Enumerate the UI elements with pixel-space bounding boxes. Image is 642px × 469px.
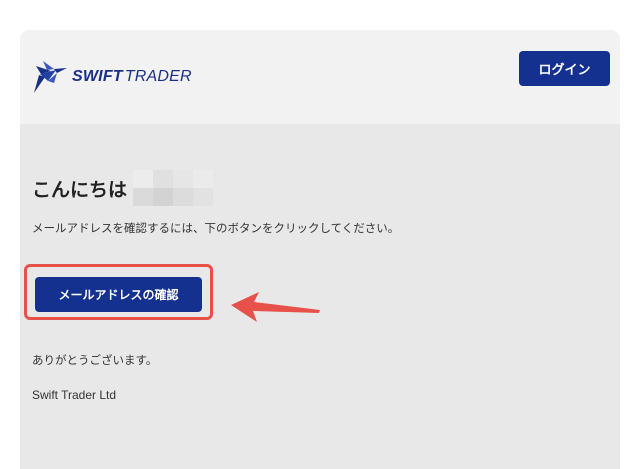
instruction-text: メールアドレスを確認するには、下のボタンをクリックしてください。: [32, 221, 400, 235]
brand-logo: SWIFT TRADER: [30, 59, 192, 95]
bird-logo-icon: [34, 61, 67, 93]
confirm-email-button[interactable]: メールアドレスの確認: [35, 277, 202, 312]
email-header: SWIFT TRADER ログイン: [20, 30, 620, 124]
thanks-text: ありがとうございます。: [32, 353, 158, 367]
login-button[interactable]: ログイン: [519, 51, 610, 86]
redacted-name: [133, 170, 214, 206]
brand-name: SWIFT TRADER: [72, 68, 192, 86]
brand-name-bold: SWIFT: [72, 68, 123, 85]
email-card: SWIFT TRADER ログイン こんにちは メールアドレスを確認するには、下の…: [20, 30, 620, 469]
greeting-line: こんにちは: [32, 170, 214, 206]
brand-name-light: TRADER: [124, 68, 192, 85]
greeting-text: こんにちは: [32, 178, 128, 201]
company-name: Swift Trader Ltd: [32, 388, 117, 402]
left-arrow-icon: [231, 292, 320, 322]
